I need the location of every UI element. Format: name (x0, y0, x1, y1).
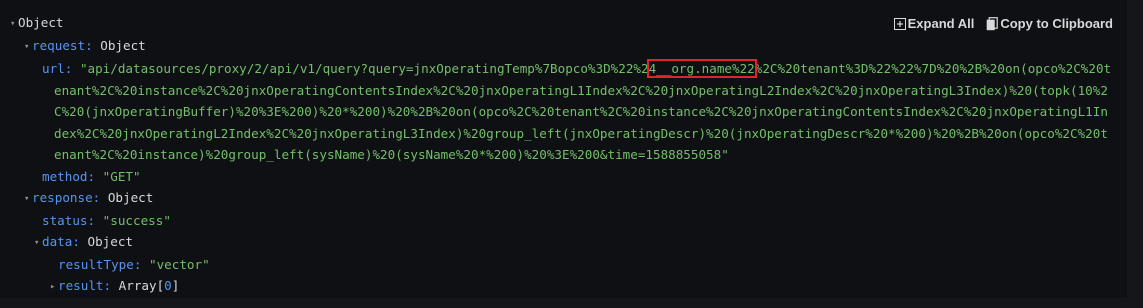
request-key: request: (32, 38, 93, 53)
result-type-value: "vector" (149, 256, 210, 272)
status-value: "success" (102, 212, 171, 228)
url-key: url: (42, 61, 73, 76)
result-array-length: 0 (164, 277, 172, 293)
status-field: status: "success" (10, 210, 1113, 231)
url-value-suffix: %2C%20tenant%3D%22%22%7D%20%2B%20on(opco… (54, 61, 1112, 163)
response-key: response: (32, 189, 101, 205)
data-key: data: (42, 233, 80, 249)
result-node[interactable]: ▸ result: Array[0] (10, 275, 1113, 298)
query-inspector-panel: Expand All Copy to Clipboard ▾ Object ▾ re… (0, 0, 1127, 298)
request-type: Object (100, 38, 146, 53)
result-type-prefix: Array[ (118, 277, 165, 293)
data-node[interactable]: ▾ data: Object (10, 231, 1113, 254)
method-key: method: (42, 168, 96, 184)
method-value: "GET" (102, 168, 141, 184)
result-type-suffix: ] (171, 277, 180, 293)
caret-right-icon[interactable]: ▸ (50, 277, 58, 298)
caret-down-icon[interactable]: ▾ (34, 233, 42, 254)
result-type-field: resultType: "vector" (10, 254, 1113, 275)
result-type-key: resultType: (58, 256, 142, 272)
caret-down-icon[interactable]: ▾ (24, 37, 32, 58)
url-field: url: "api/datasources/proxy/2/api/v1/que… (22, 58, 1113, 166)
url-value-prefix: "api/datasources/proxy/2/api/v1/query?qu… (79, 61, 649, 76)
json-tree: ▾ Object ▾ request: Object url: "api/datas… (10, 12, 1113, 298)
method-field: method: "GET" (10, 166, 1113, 187)
status-key: status: (42, 212, 96, 228)
root-type: Object (18, 15, 64, 30)
url-value-highlight: 4__org.name%22 (646, 59, 757, 78)
result-key: result: (58, 277, 112, 293)
caret-down-icon[interactable]: ▾ (24, 189, 32, 210)
data-type: Object (87, 233, 134, 249)
request-node[interactable]: ▾ request: Object (10, 35, 1113, 58)
response-node[interactable]: ▾ response: Object (10, 187, 1113, 210)
tree-root[interactable]: ▾ Object (10, 12, 1113, 35)
caret-down-icon[interactable]: ▾ (10, 14, 18, 35)
response-type: Object (107, 189, 154, 205)
